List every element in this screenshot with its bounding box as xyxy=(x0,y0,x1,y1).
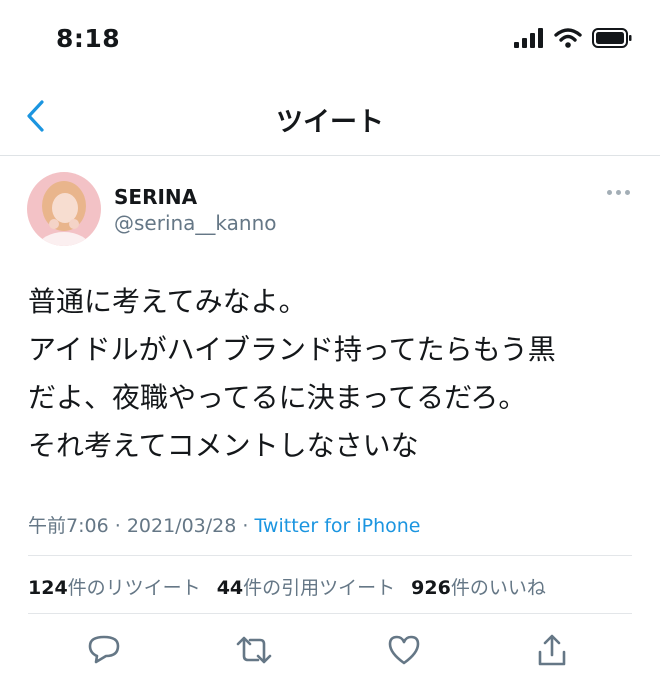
like-icon xyxy=(388,635,420,665)
tweet-date[interactable]: 2021/03/28 xyxy=(127,515,237,537)
divider xyxy=(28,613,632,614)
status-bar: 8:18 xyxy=(0,0,660,80)
nav-bar: ツイート xyxy=(0,80,660,156)
retweets-count: 124 xyxy=(28,577,68,599)
reply-icon xyxy=(88,635,120,664)
share-icon xyxy=(538,634,566,666)
tweet-text-line: それ考えてコメントしなさいな xyxy=(28,429,419,462)
tweet-text: 普通に考えてみなよ。 アイドルがハイブランド持ってたらもう黒 だよ、夜職やってる… xyxy=(28,278,638,470)
divider xyxy=(28,555,632,556)
tweet-header: SERINA @serina__kanno xyxy=(0,156,660,256)
tweet-time: 午前7:06 xyxy=(28,515,109,537)
user-handle[interactable]: @serina__kanno xyxy=(114,211,277,235)
quotes-stat[interactable]: 44件の引用ツイート xyxy=(217,573,395,600)
tweet-text-line: 普通に考えてみなよ。 xyxy=(28,285,307,318)
likes-count: 926 xyxy=(411,577,451,599)
tweet-source-link[interactable]: Twitter for iPhone xyxy=(254,515,420,537)
retweet-icon xyxy=(236,636,272,664)
like-button[interactable] xyxy=(382,628,426,672)
more-icon[interactable] xyxy=(607,190,630,195)
meta-separator: · xyxy=(242,515,249,537)
retweets-stat[interactable]: 124件のリツイート xyxy=(28,573,201,600)
likes-stat[interactable]: 926件のいいね xyxy=(411,573,546,600)
tweet-text-line: だよ、夜職やってるに決まってるだろ。 xyxy=(28,381,527,414)
signal-icon xyxy=(514,28,543,48)
reply-button[interactable] xyxy=(82,628,126,672)
quotes-label: 件の引用ツイート xyxy=(243,577,396,599)
wifi-icon xyxy=(554,28,582,48)
retweets-label: 件のリツイート xyxy=(67,577,201,599)
tweet-meta: 午前7:06 · 2021/03/28 · Twitter for iPhone xyxy=(28,511,421,538)
action-bar xyxy=(0,628,660,672)
retweet-button[interactable] xyxy=(232,628,276,672)
status-icons xyxy=(514,28,632,48)
meta-separator: · xyxy=(114,515,121,537)
quotes-count: 44 xyxy=(216,577,244,599)
tweet-text-line: アイドルがハイブランド持ってたらもう黒 xyxy=(28,333,556,366)
display-name[interactable]: SERINA xyxy=(114,185,197,209)
likes-label: 件のいいね xyxy=(450,577,546,599)
tweet-stats: 124件のリツイート 44件の引用ツイート 926件のいいね xyxy=(28,573,546,600)
share-button[interactable] xyxy=(530,628,574,672)
status-time: 8:18 xyxy=(56,24,121,53)
page-title: ツイート xyxy=(276,107,384,138)
battery-icon xyxy=(592,28,632,48)
avatar[interactable] xyxy=(27,172,101,246)
